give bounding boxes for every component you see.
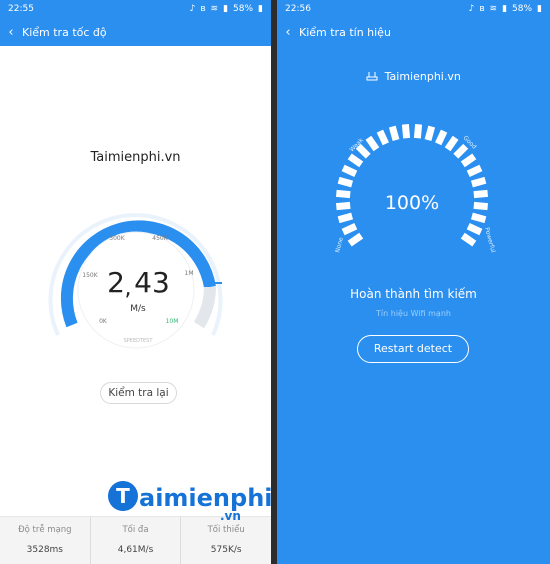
signal-bar [376,129,389,146]
status-bar: 22:55 ♪ ʙ ≋ ▮ 58% ▮ [0,0,271,18]
signal-bar [401,123,411,139]
signal-label-none: None [334,236,345,253]
brand-label: Taimienphi.vn [384,70,461,83]
taimienphi-watermark: T aimienphi .vn [108,481,273,523]
signal-bar [337,212,354,224]
signal-icon: ▮ [502,4,508,14]
signal-icon: ▮ [223,4,229,14]
status-detail: Tín hiệu Wifi mạnh [376,309,451,318]
watermark-suffix: .vn [220,509,241,523]
signal-bar [470,176,487,188]
status-bar: 22:56 ♪ ʙ ≋ ▮ 58% ▮ [277,0,550,18]
tick-label-150k: 150K [82,272,98,279]
signal-bar [460,153,477,168]
stat-latency: Độ trễ mạng 3528ms [0,517,91,564]
signal-bar [341,164,358,177]
tick-label-0k: 0K [99,318,108,325]
speed-value-fraction: 43 [134,266,170,299]
signal-bar [335,189,351,199]
signal-test-screen: 22:56 ♪ ʙ ≋ ▮ 58% ▮ ‹ Kiểm tra tín hiệu … [277,0,550,564]
signal-bar [473,201,489,211]
speed-value-comma: , [125,276,132,301]
signal-bar [473,189,489,199]
stat-max-value: 4,61M/s [117,545,154,555]
app-bar: ‹ Kiểm tra tốc độ [0,18,271,46]
wifi-icon: ≋ [489,4,498,14]
status-icons: ♪ ʙ ≋ ▮ 58% ▮ [190,4,263,14]
music-icon: ♪ [189,4,196,14]
signal-bar [341,223,358,236]
retest-button[interactable]: Kiểm tra lại [100,382,177,404]
signal-bar [347,232,364,247]
speed-unit: M/s [130,304,146,314]
signal-bar [424,125,436,142]
stat-max: Tối đa 4,61M/s [91,517,182,564]
signal-bar [466,223,483,236]
back-arrow-icon[interactable]: ‹ [0,25,22,40]
gauge-footer: SPEEDTEST [124,338,154,344]
signal-bar [444,135,459,152]
signal-gauge: 100% None Weak Good Powerful [334,123,497,254]
stat-min: Tối thiểu 575K/s [181,517,271,564]
tick-label-10m: 10M [166,318,179,325]
signal-bar [365,135,380,152]
signal-bar [355,143,371,159]
signal-bar [460,232,477,247]
stat-max-label: Tối đa [122,525,149,535]
signal-percent: 100% [385,192,439,214]
status-time: 22:55 [8,4,34,14]
signal-bar [337,176,354,188]
bluetooth-icon: ʙ [200,4,206,14]
status-message: Hoàn thành tìm kiếm [350,287,477,301]
signal-bar [466,164,483,177]
router-icon [366,72,378,81]
signal-bar [335,201,351,211]
battery-icon: ▮ [537,4,542,14]
page-title: Kiểm tra tín hiệu [299,25,391,39]
battery-icon: ▮ [258,4,263,14]
battery-text: 58% [512,4,533,14]
speed-value-whole: 2 [107,266,125,299]
stat-latency-label: Độ trễ mạng [18,525,72,535]
speed-gauge: 0K 150K 300K 450K 1M 10M 2 , 43 M/s SPEE… [48,213,223,349]
stat-min-value: 575K/s [210,545,242,555]
stat-min-label: Tối thiểu [207,525,245,535]
signal-bar [435,129,448,146]
tick-label-450k: 450K [152,235,168,242]
signal-bar [470,212,487,224]
status-time: 22:56 [285,4,311,14]
back-arrow-icon[interactable]: ‹ [277,25,299,40]
signal-label-powerful: Powerful [483,227,497,254]
tick-label-1m: 1M [185,270,194,277]
app-bar: ‹ Kiểm tra tín hiệu [277,18,550,46]
signal-bar [388,125,400,142]
battery-text: 58% [233,4,254,14]
brand-row: Taimienphi.vn [277,70,550,83]
wifi-icon: ≋ [210,4,219,14]
brand-label: Taimienphi.vn [90,150,181,165]
status-icons: ♪ ʙ ≋ ▮ 58% ▮ [469,4,542,14]
stat-latency-value: 3528ms [26,545,64,555]
page-title: Kiểm tra tốc độ [22,25,107,39]
watermark-logo-letter: T [116,484,130,508]
watermark-text: aimienphi [139,484,273,512]
restart-detect-button[interactable]: Restart detect [357,335,469,363]
signal-bar [347,153,364,168]
music-icon: ♪ [468,4,475,14]
tick-label-300k: 300K [109,235,125,242]
signal-bar [413,123,423,139]
bluetooth-icon: ʙ [479,4,485,14]
signal-bar [453,143,469,159]
gauge-track-arc [193,286,216,329]
